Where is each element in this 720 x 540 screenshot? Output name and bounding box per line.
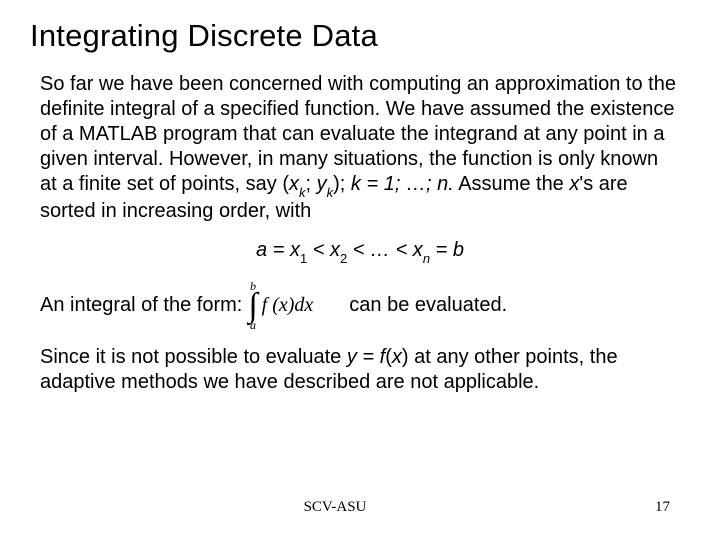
integral-sign: b ∫ a [248,280,257,331]
paragraph-3: Since it is not possible to evaluate y =… [40,345,680,395]
slide-body: So far we have been concerned with compu… [30,72,690,395]
lower-limit: a [250,319,256,331]
integral-line: An integral of the form: b ∫ a f (x)dx c… [40,280,680,331]
sub-k: k [299,185,306,200]
integral-expression: b ∫ a f (x)dx [248,280,313,331]
eq-text: < x [307,239,340,261]
var-x: x [569,173,579,195]
var-x: x [289,173,299,195]
sub-1: 1 [300,251,307,266]
eq-yfx: y = f [347,346,385,368]
var-x: x [392,346,402,368]
sub-2: 2 [340,251,347,266]
ordering-equation: a = x1 < x2 < … < xn = b [40,238,680,265]
k-def: k = 1; …; n. [351,173,454,195]
eq-text: = b [430,239,464,261]
text: ; [306,173,317,195]
text: ); [333,173,351,195]
eq-text: < … < x [347,239,423,261]
text: ( [385,346,392,368]
text: can be evaluated. [349,293,507,318]
text: An integral of the form: [40,293,242,318]
text: ) [402,346,409,368]
footer-left [0,499,223,516]
paragraph-1: So far we have been concerned with compu… [40,72,680,224]
integral-icon: ∫ [248,292,257,319]
eq-text: a = x [256,239,300,261]
footer-center: SCV-ASU [223,499,446,516]
text: Since it is not possible to evaluate [40,346,347,368]
slide-footer: SCV-ASU 17 [0,499,720,516]
slide: Integrating Discrete Data So far we have… [0,0,720,540]
sub-k: k [327,185,334,200]
integrand: f (x)dx [262,293,314,318]
var-y: y [317,173,327,195]
text: Assume the [454,173,570,195]
slide-title: Integrating Discrete Data [30,18,690,54]
sub-n: n [423,251,430,266]
page-number: 17 [447,499,670,516]
